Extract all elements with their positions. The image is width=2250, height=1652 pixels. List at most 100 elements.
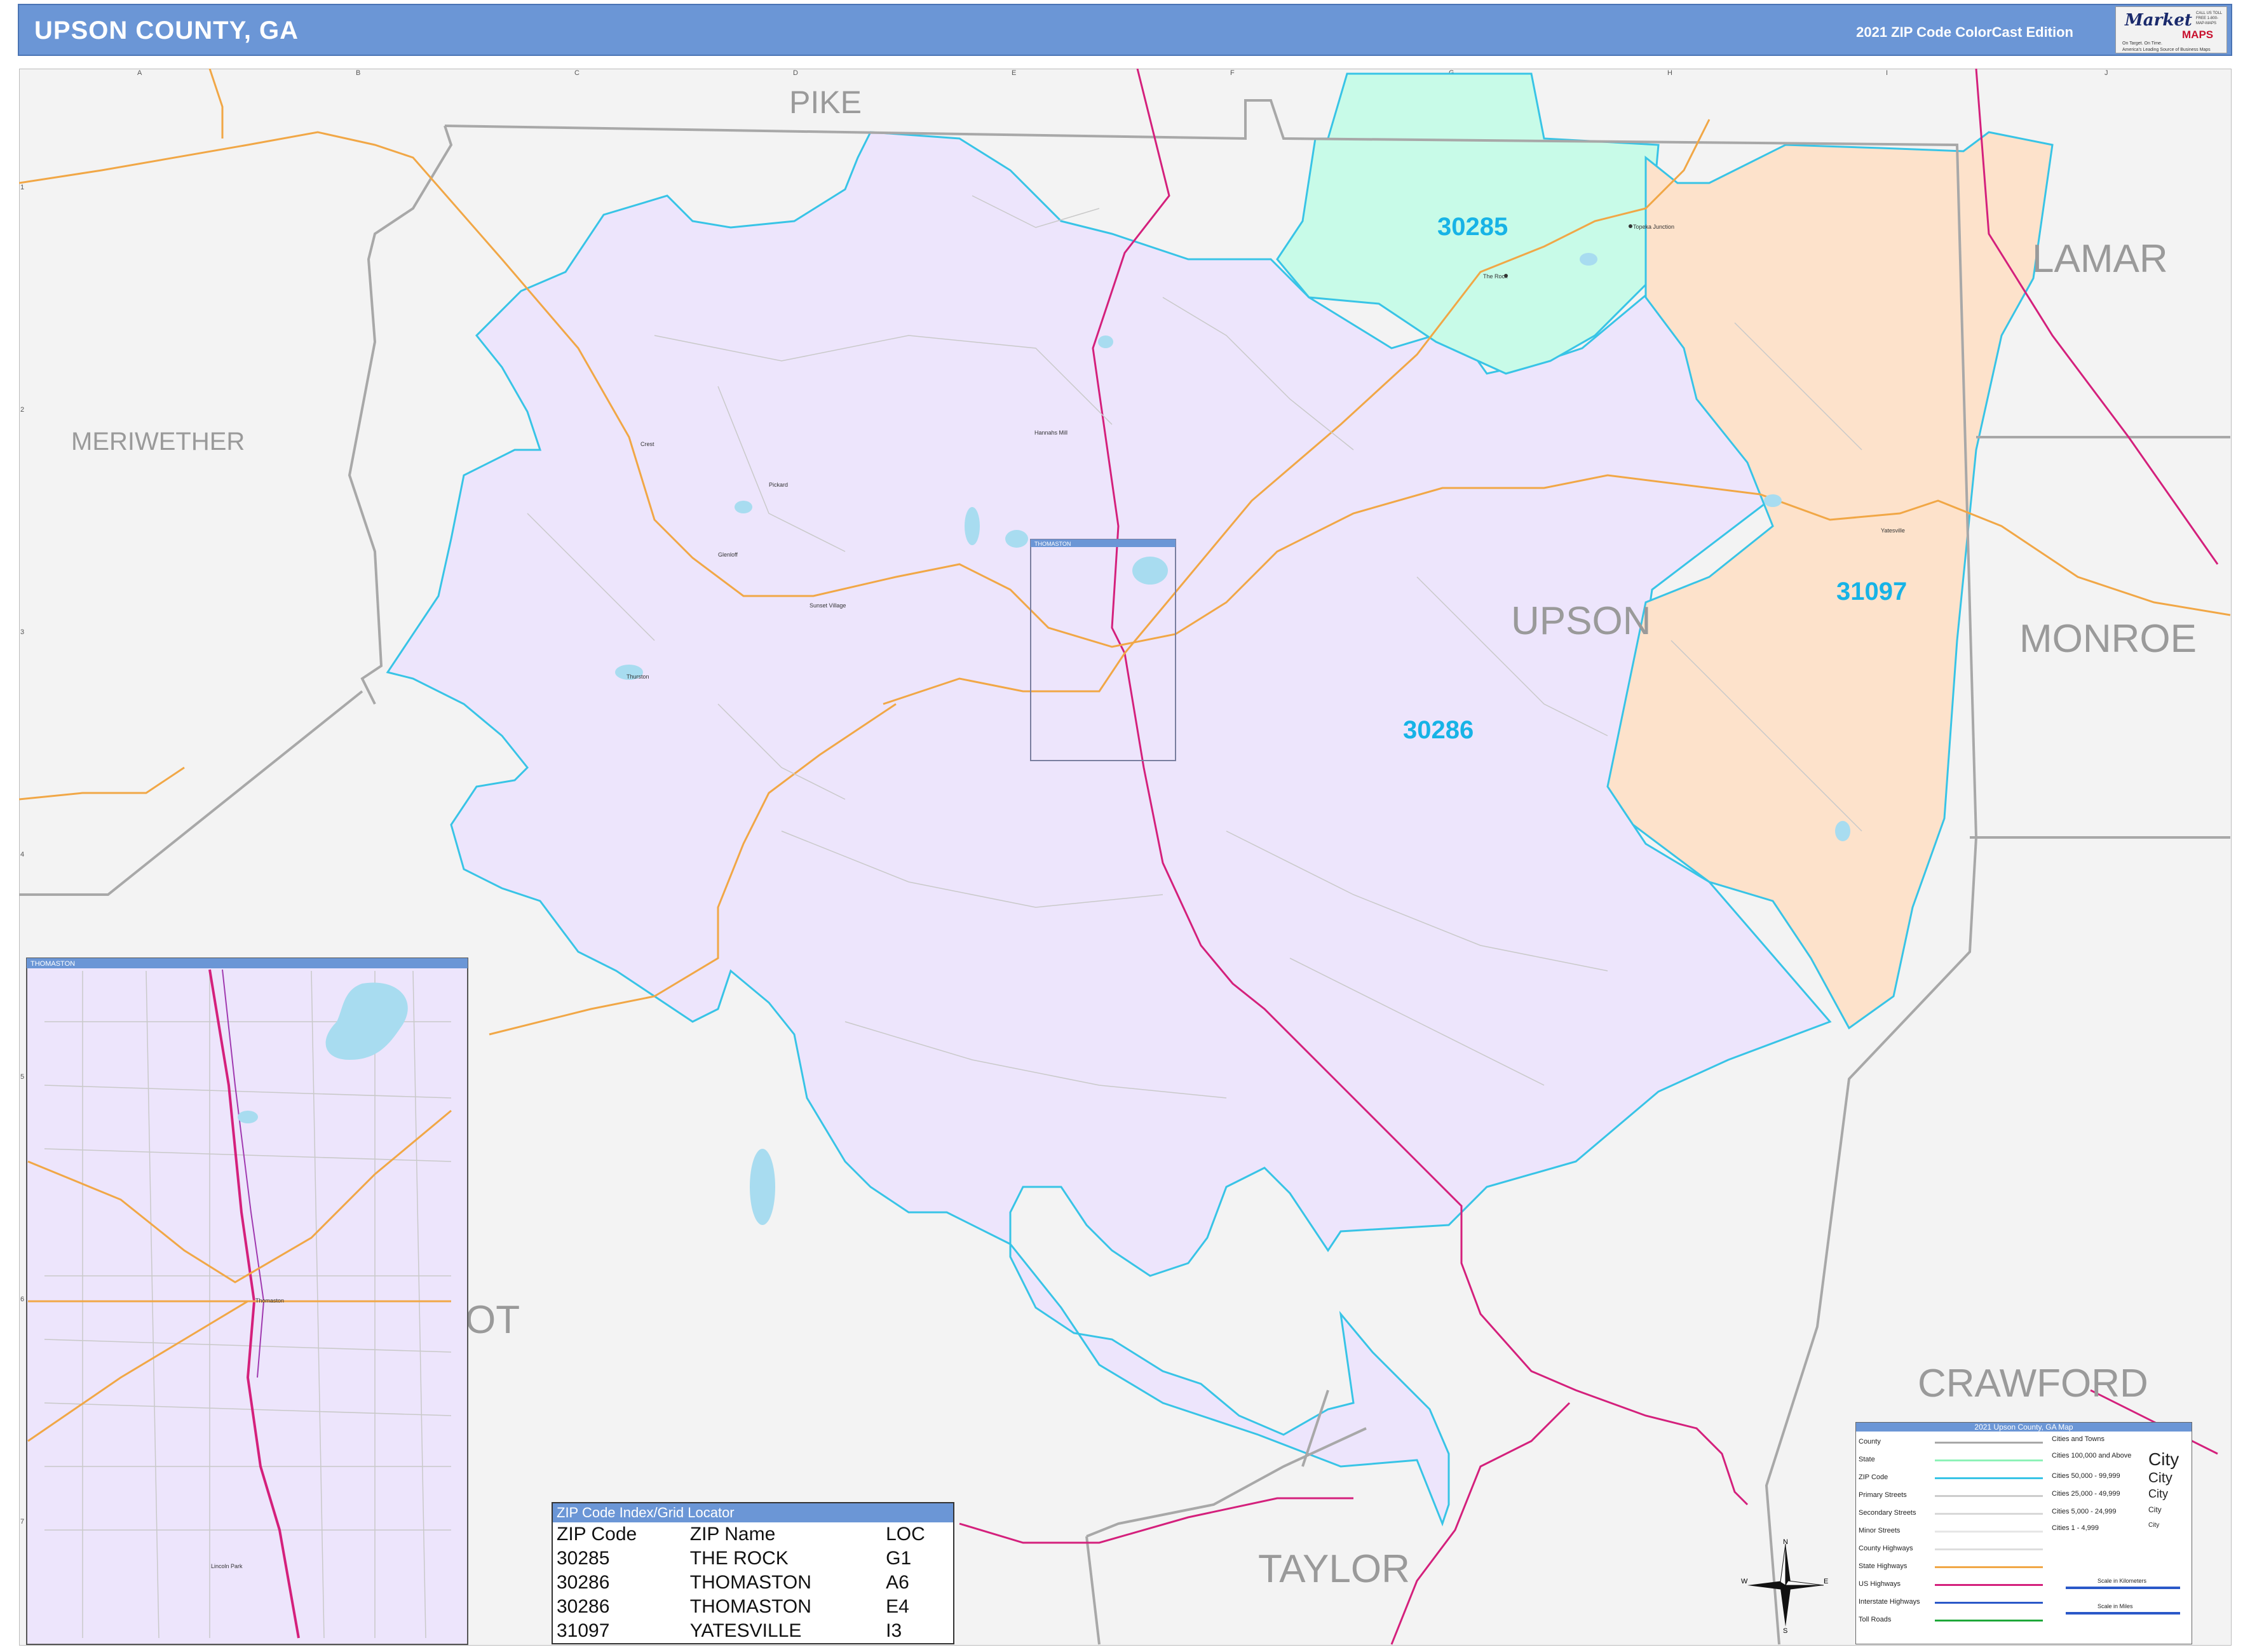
legend-city-row: Cities 25,000 - 49,999 City [2052,1486,2192,1504]
town-label: Hannahs Mill [1034,430,1067,436]
zip-name-cell: THOMASTON [689,1572,811,1593]
locator-title: THOMASTON [1034,541,1071,547]
legend-row-primary: Primary Streets [1859,1487,2049,1505]
compass-south: S [1783,1627,1787,1633]
market-maps-logo: Market MAPS On Target. On Time. America'… [2115,6,2227,53]
logo-contact: CALL US TOLL FREE 1-800-MAP-MAPS [2196,11,2223,25]
grid-row-label: 1 [20,184,24,191]
legend-city-label: Cities 25,000 - 49,999 [2052,1490,2120,1498]
legend-city-label: Cities 1 - 4,999 [2052,1524,2099,1532]
zip-code-cell: 30286 [557,1596,610,1617]
town-label: Sunset Village [810,602,846,609]
county-map: A B C D E F G H I J 1 2 3 4 5 6 7 [19,69,2232,1646]
zip-code-cell: 30285 [557,1548,610,1569]
legend-label: Secondary Streets [1859,1509,1916,1517]
grid-row-label: 5 [20,1073,24,1081]
grid-col-label: B [356,69,360,77]
legend-title: 2021 Upson County, GA Map [1856,1423,2192,1432]
legend-label: Primary Streets [1859,1491,1907,1499]
town-label: Crest [640,441,654,447]
grid-row-label: 7 [20,1518,24,1526]
edition-label: 2021 ZIP Code ColorCast Edition [1856,24,2073,40]
legend-cities-title: Cities and Towns [2052,1435,2104,1443]
town-label: Pickard [769,482,788,488]
zip-name-cell: YATESVILLE [689,1620,802,1641]
town-label: Topeka Junction [1633,224,1674,230]
legend-row-state: State [1859,1452,2049,1470]
legend-row-minor: Minor Streets [1859,1523,2049,1541]
legend-city-row: Cities 5,000 - 24,999 City [2052,1504,2192,1522]
grid-col-label: H [1667,69,1672,77]
town-label: The Rock [1483,273,1508,280]
legend-label: State [1859,1456,1875,1463]
legend-label: Interstate Highways [1859,1598,1920,1606]
legend-label: County [1859,1438,1881,1446]
zip-index-grid: ZIP Code ZIP Name LOC 30285 THE ROCK G1 … [553,1522,953,1643]
zip-code-cell: 31097 [557,1620,610,1641]
map-title: UPSON COUNTY, GA [34,17,299,44]
town-label: Glenloff [718,552,738,558]
logo-maps-text: MAPS [2182,29,2214,41]
grid-col-label: I [1886,69,1888,77]
legend-city-sample: City [2148,1470,2172,1486]
zip-label-30285: 30285 [1437,213,1508,241]
zip-label-31097: 31097 [1836,578,1907,606]
legend-row-toll: Toll Roads [1859,1612,2049,1630]
compass-rose-icon: N S E W [1741,1538,1828,1633]
legend-row-interstate: Interstate Highways [1859,1594,2049,1612]
zip-name-cell: THE ROCK [689,1548,789,1569]
zip-index-header: ZIP Code [557,1524,637,1545]
legend-label: County Highways [1859,1545,1913,1552]
zip-loc-cell: E4 [886,1596,909,1617]
legend-city-label: Cities 50,000 - 99,999 [2052,1472,2120,1480]
logo-market-text: Market [2125,11,2192,30]
map-legend: 2021 Upson County, GA Map County State Z… [1855,1422,2192,1644]
legend-city-row: Cities 50,000 - 99,999 City [2052,1468,2192,1486]
legend-label: Minor Streets [1859,1527,1901,1534]
zip-loc-cell: I3 [886,1620,902,1641]
zip-index-title: ZIP Code Index/Grid Locator [553,1503,953,1522]
legend-row-county: County [1859,1434,2049,1452]
legend-row-state-hwy: State Highways [1859,1559,2049,1576]
town-label: Thurston [627,674,649,680]
legend-row-zip: ZIP Code [1859,1470,2049,1487]
inset-pond [238,1111,258,1123]
logo-tagline-2: America's Leading Source of Business Map… [2122,48,2211,52]
grid-row-label: 4 [20,851,24,858]
legend-cities-title-row: Cities and Towns [2052,1432,2192,1449]
inset-town-label: Thomaston [255,1297,284,1304]
table-row: 31097 YATESVILLE I3 [553,1619,953,1643]
legend-row-us-hwy: US Highways [1859,1576,2049,1594]
zip-label-30286: 30286 [1403,716,1474,744]
county-label-pike: PIKE [789,85,862,120]
legend-city-sample: City [2148,1449,2179,1469]
grid-col-label: F [1230,69,1235,77]
legend-label: Toll Roads [1859,1616,1892,1623]
county-label-monroe: MONROE [2019,617,2197,661]
table-row: 30286 THOMASTON E4 [553,1595,953,1619]
map-header: UPSON COUNTY, GA 2021 ZIP Code ColorCast… [18,4,2232,56]
county-label-meriwether: MERIWETHER [71,428,245,456]
grid-col-label: E [1012,69,1016,77]
legend-row-secondary: Secondary Streets [1859,1505,2049,1523]
logo-tagline: On Target. On Time. [2122,41,2162,46]
legend-city-row: Cities 100,000 and Above City [2052,1448,2192,1469]
legend-scale-mi: Scale in Miles [2098,1603,2133,1609]
legend-label: ZIP Code [1859,1473,1888,1481]
county-label-lamar: LAMAR [2032,237,2168,281]
zip-index-table: ZIP Code Index/Grid Locator ZIP Code ZIP… [552,1502,954,1644]
compass-north: N [1783,1538,1788,1546]
zip-index-header: ZIP Name [689,1524,776,1545]
table-row: 30285 THE ROCK G1 [553,1547,953,1571]
legend-city-sample: City [2148,1487,2168,1500]
grid-row-label: 3 [20,628,24,636]
legend-city-sample: City [2148,1505,2162,1514]
legend-label: State Highways [1859,1562,1908,1570]
legend-scale-km: Scale in Kilometers [2098,1578,2147,1584]
grid-col-label: J [2104,69,2108,77]
thomaston-inset[interactable]: THOMASTON Thomaston Lincoln Park [26,958,468,1645]
legend-city-sample: City [2148,1522,2160,1529]
zip-code-cell: 30286 [557,1572,610,1593]
grid-col-label: D [793,69,798,77]
scale-bar-km [2066,1587,2180,1589]
